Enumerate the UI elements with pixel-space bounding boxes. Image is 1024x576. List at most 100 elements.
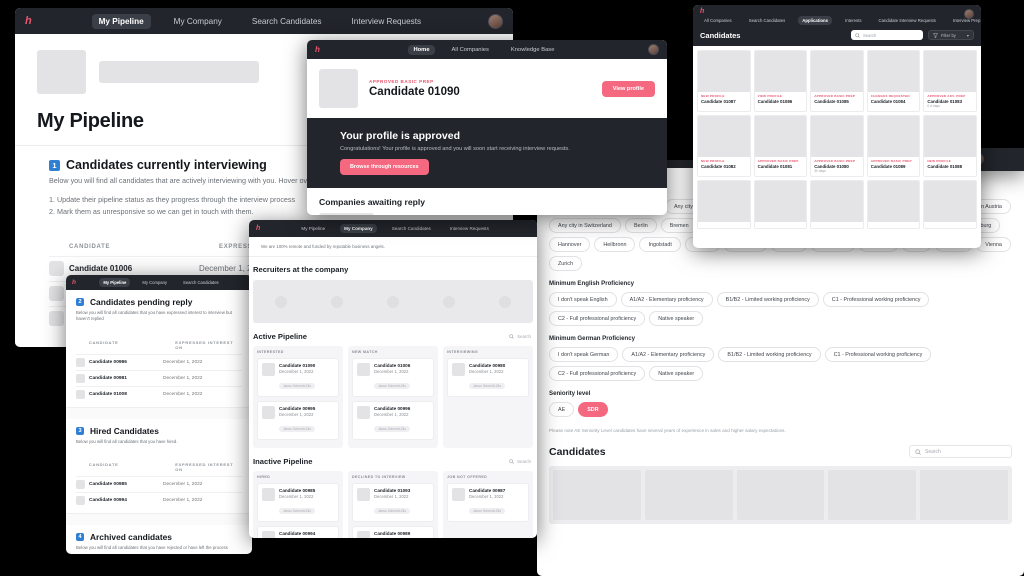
- section-pending-reply: 2 Candidates pending reply Below you wil…: [66, 290, 252, 402]
- filter-chip[interactable]: C1 - Professional working proficiency: [824, 347, 932, 362]
- filter-chip[interactable]: I don't speak German: [549, 347, 619, 362]
- nav-item-my-company[interactable]: My Company: [167, 14, 229, 29]
- recruiter-avatar[interactable]: [275, 295, 287, 308]
- filter-chip[interactable]: Heilbronn: [594, 237, 636, 252]
- nav-item-search-candidates[interactable]: Search Candidates: [245, 14, 329, 29]
- nav-item-search-candidates[interactable]: Search Candidates: [179, 278, 223, 287]
- filter-by-button[interactable]: Filter by ▾: [928, 30, 974, 40]
- table-row[interactable]: Candidate 00994 December 1, 2022: [76, 492, 242, 508]
- recruiter-avatar[interactable]: [499, 295, 511, 308]
- nav-item-my-pipeline[interactable]: My Pipeline: [91, 13, 151, 29]
- pipeline-column-label: NEW MATCH: [352, 350, 378, 354]
- candidate-card[interactable]: APPROVED BASIC PREP Candidate 01089: [866, 115, 921, 177]
- nav-item-interview-requests[interactable]: Interview Requests: [345, 14, 429, 29]
- pipeline-card[interactable]: Candidate 00985 December 1, 2022 Janus Sch…: [257, 483, 339, 522]
- table-row[interactable]: Candidate 00986 December 1, 2022: [76, 353, 242, 370]
- brand-logo-icon[interactable]: h: [25, 15, 32, 27]
- candidate-thumb[interactable]: [553, 470, 641, 520]
- browse-resources-button[interactable]: Browse through resources: [340, 159, 429, 175]
- avatar[interactable]: [488, 13, 503, 29]
- view-profile-button[interactable]: View profile: [601, 80, 655, 97]
- candidate-avatar: [262, 488, 275, 501]
- recruiter-avatar[interactable]: [443, 295, 455, 308]
- candidate-card[interactable]: [753, 180, 808, 229]
- nav-item-my-pipeline[interactable]: My Pipeline: [297, 224, 329, 233]
- nav-item-my-company[interactable]: My Company: [138, 278, 171, 287]
- pipeline-card[interactable]: Candidate 00996 December 1, 2022 Janus Sch…: [352, 401, 434, 440]
- candidate-card[interactable]: VIEW PROFILE Candidate 01086: [753, 50, 808, 112]
- nav-item-home[interactable]: Home: [408, 44, 435, 55]
- candidate-thumb[interactable]: [920, 470, 1008, 520]
- nav-item-applications[interactable]: Applications: [798, 16, 833, 25]
- nav-item-my-pipeline[interactable]: My Pipeline: [99, 278, 131, 287]
- table-row[interactable]: Candidate 00985 December 1, 2022: [76, 476, 242, 492]
- candidate-card[interactable]: [923, 180, 977, 229]
- candidate-card[interactable]: [697, 180, 751, 229]
- candidate-thumb[interactable]: [644, 470, 733, 520]
- filter-chip[interactable]: SDR: [578, 402, 608, 417]
- candidate-card[interactable]: [810, 180, 864, 229]
- table-row[interactable]: Candidate 00981 December 1, 2022: [76, 369, 242, 386]
- filter-chip[interactable]: Any city in Switzerland: [549, 218, 621, 233]
- candidate-card[interactable]: [866, 180, 921, 229]
- candidate-card[interactable]: APPROVED BASIC PREP Candidate 01085: [810, 50, 864, 112]
- pipeline-card[interactable]: Candidate 00995 December 1, 2022 Janus Sch…: [257, 401, 339, 440]
- candidates-search-input[interactable]: Search: [909, 445, 1012, 458]
- pipeline-card[interactable]: Candidate 00989December 1, 2022Janus Sch…: [352, 526, 434, 538]
- navbar-my-pipeline: h My Pipeline My Company Search Candidat…: [15, 8, 513, 34]
- candidate-card[interactable]: APPROVED BASIC PREP Candidate 01080 30 day…: [810, 115, 864, 177]
- candidate-card[interactable]: APPROVED BASIC PREP Candidate 01081: [753, 115, 808, 177]
- candidate-thumb[interactable]: [736, 470, 825, 520]
- pipeline-card[interactable]: Candidate 00987 December 1, 2022 Janus Sch…: [447, 483, 529, 522]
- filter-chip[interactable]: I don't speak English: [549, 292, 617, 307]
- filter-chip[interactable]: C1 - Professional working proficiency: [822, 292, 930, 307]
- nav-items: Home All Companies Knowledge Base: [320, 44, 648, 55]
- filter-chip[interactable]: C2 - Full professional proficiency: [549, 311, 646, 326]
- filter-chip[interactable]: Vienna: [976, 237, 1011, 252]
- nav-item-search-candidates[interactable]: Search Candidates: [745, 16, 790, 25]
- avatar[interactable]: [648, 44, 659, 55]
- candidate-name: Candidate 00995: [279, 406, 316, 411]
- nav-item-search-candidates[interactable]: Search Candidates: [388, 224, 435, 233]
- active-pipeline-search[interactable]: Search: [509, 334, 533, 339]
- recruiter-avatar[interactable]: [331, 295, 343, 308]
- candidate-card[interactable]: APPROVED ADV. PREP Candidate 01083 0 d day…: [923, 50, 977, 112]
- filter-chip[interactable]: Ingolstadt: [639, 237, 681, 252]
- candidate-grid-row: NEW PROFILE Candidate 01082 APPROVED BASIC…: [697, 115, 977, 177]
- pipeline-card[interactable]: Candidate 00980 December 1, 2022 Janus Sch…: [447, 358, 529, 397]
- nav-item-all-companies[interactable]: All Companies: [447, 45, 494, 55]
- nav-item-interview-requests[interactable]: Interview Requests: [446, 224, 493, 233]
- candidate-card[interactable]: NEW PROFILE Candidate 01088: [923, 115, 977, 177]
- candidate-card[interactable]: CHANGES REQUESTED Candidate 01084: [866, 50, 921, 112]
- nav-item-candidate-interview-requests[interactable]: Candidate Interview Requests: [875, 16, 940, 25]
- brand-logo-icon[interactable]: h: [700, 5, 704, 15]
- filter-chip[interactable]: B1/B2 - Limited working proficiency: [716, 292, 819, 307]
- candidate-card[interactable]: NEW PROFILE Candidate 01087: [697, 50, 751, 112]
- pipeline-card[interactable]: Candidate 01090 December 1, 2022 Janus Sch…: [257, 358, 339, 397]
- filter-chip[interactable]: Berlin: [624, 218, 657, 233]
- nav-item-my-company[interactable]: My Company: [340, 224, 377, 233]
- search-input[interactable]: Search: [851, 30, 923, 40]
- pipeline-card[interactable]: Candidate 01006 December 1, 2022 Janus Sch…: [352, 358, 434, 397]
- filter-chip[interactable]: A1/A2 - Elementary proficiency: [622, 347, 715, 362]
- filter-chip[interactable]: Hannover: [549, 237, 591, 252]
- candidate-thumb[interactable]: [828, 470, 917, 520]
- nav-item-all-companies[interactable]: All Companies: [700, 16, 736, 25]
- filter-chip[interactable]: C2 - Full professional proficiency: [549, 366, 646, 381]
- filter-chip[interactable]: A1/A2 - Elementary proficiency: [620, 292, 713, 307]
- nav-item-knowledge-base[interactable]: Knowledge Base: [506, 45, 560, 55]
- pipeline-card[interactable]: Candidate 00994December 1, 2022Janus Sch…: [257, 526, 339, 538]
- candidate-card[interactable]: NEW PROFILE Candidate 01082: [697, 115, 751, 177]
- avatar[interactable]: [964, 9, 974, 19]
- filter-chip[interactable]: Native speaker: [649, 366, 704, 381]
- recruiter-avatar[interactable]: [387, 295, 399, 308]
- filter-chip[interactable]: AE: [549, 402, 575, 417]
- filter-chip[interactable]: Zurich: [549, 256, 582, 271]
- table-row[interactable]: Candidate 01008 December 1, 2022: [76, 385, 242, 402]
- nav-item-interests[interactable]: Interests: [841, 16, 865, 25]
- filter-chip[interactable]: B1/B2 - Limited working proficiency: [718, 347, 821, 362]
- filter-chip[interactable]: Native speaker: [649, 311, 704, 326]
- pipeline-card[interactable]: Candidate 01093 December 1, 2022 Janus Sch…: [352, 483, 434, 522]
- section-hired-candidates: 3 Hired Candidates Below you will find a…: [66, 419, 252, 508]
- inactive-pipeline-search[interactable]: Search: [509, 459, 533, 464]
